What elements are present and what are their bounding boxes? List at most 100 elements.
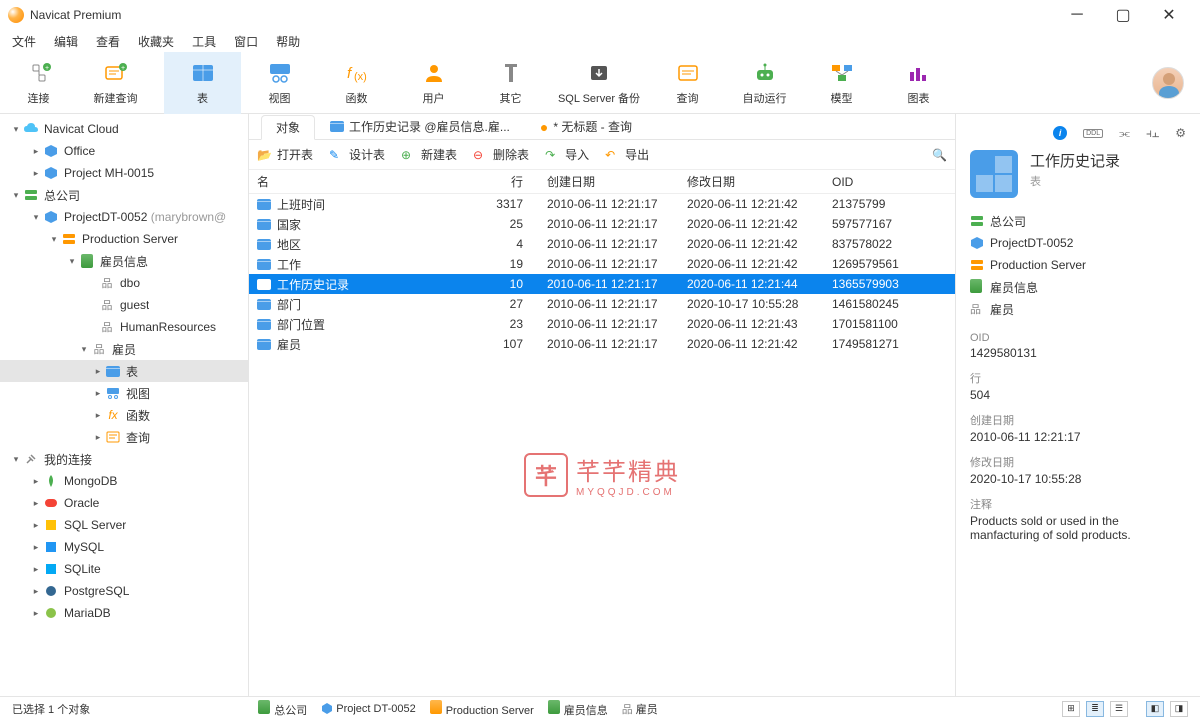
hdr-modified[interactable]: 修改日期 — [679, 173, 824, 190]
tree-item-雇员[interactable]: ▾品雇员 — [0, 338, 248, 360]
table-row[interactable]: 上班时间33172010-06-11 12:21:172020-06-11 12… — [249, 194, 955, 214]
delete-table-button[interactable]: ⊖删除表 — [473, 146, 529, 163]
wrench-icon — [499, 59, 523, 87]
tb-sqlbackup[interactable]: SQL Server 备份 — [549, 52, 649, 114]
tab-workhistory[interactable]: 工作历史记录 @雇员信息.雇... — [315, 114, 525, 139]
crumb-project[interactable]: Project DT-0052 — [321, 702, 415, 715]
settings-icon[interactable]: ⚙ — [1175, 126, 1186, 140]
connection-tree[interactable]: ▾Navicat Cloud▸Office▸Project MH-0015▾总公… — [0, 114, 249, 696]
tb-function[interactable]: f(x)函数 — [318, 52, 395, 114]
tb-model[interactable]: 模型 — [803, 52, 880, 114]
open-table-button[interactable]: 📂打开表 — [257, 146, 313, 163]
tree-item-ProjectDT-0052[interactable]: ▾ProjectDT-0052 (marybrown@ — [0, 206, 248, 228]
dep-icon[interactable]: ⫘ — [1119, 126, 1130, 141]
crumb-company[interactable]: 总公司 — [258, 700, 307, 718]
hdr-rows[interactable]: 行 — [459, 173, 539, 190]
tb-view[interactable]: 视图 — [241, 52, 318, 114]
tree-item-HumanResources[interactable]: 品HumanResources — [0, 316, 248, 338]
tb-newquery[interactable]: +新建查询 — [77, 52, 154, 114]
menu-tools[interactable]: 工具 — [192, 33, 216, 50]
tree-item-总公司[interactable]: ▾总公司 — [0, 184, 248, 206]
tree-item-函数[interactable]: ▸fx函数 — [0, 404, 248, 426]
tree-item-SQLite[interactable]: ▸SQLite — [0, 558, 248, 580]
table-row[interactable]: 雇员1072010-06-11 12:21:172020-06-11 12:21… — [249, 334, 955, 354]
tb-chart[interactable]: 图表 — [880, 52, 957, 114]
import-button[interactable]: ↷导入 — [545, 146, 589, 163]
export-button[interactable]: ↶导出 — [605, 146, 649, 163]
detail-path-item[interactable]: Production Server — [970, 254, 1186, 276]
close-button[interactable]: ✕ — [1146, 0, 1192, 30]
tb-query[interactable]: 查询 — [649, 52, 726, 114]
view-icon — [266, 59, 294, 87]
chevron-icon: ▸ — [30, 498, 42, 509]
detail-path-item[interactable]: ProjectDT-0052 — [970, 232, 1186, 254]
info-icon[interactable]: i — [1053, 126, 1067, 140]
toggle-detail-button[interactable]: ◧ — [1146, 701, 1164, 717]
detail-path-item[interactable]: 总公司 — [970, 210, 1186, 232]
tb-connect[interactable]: +连接 — [0, 52, 77, 114]
tree-item-Office[interactable]: ▸Office — [0, 140, 248, 162]
main-toolbar: +连接 +新建查询 表 视图 f(x)函数 用户 其它 SQL Server 备… — [0, 52, 1200, 114]
detail-path-item[interactable]: 雇员信息 — [970, 276, 1186, 298]
table-icon — [257, 319, 271, 330]
server-green-icon — [970, 214, 984, 228]
maximize-button[interactable]: ▢ — [1100, 0, 1146, 30]
crumb-server[interactable]: Production Server — [430, 700, 534, 717]
detail-path-item[interactable]: 品雇员 — [970, 298, 1186, 320]
menu-window[interactable]: 窗口 — [234, 33, 258, 50]
crumb-schema[interactable]: 品雇员 — [622, 701, 658, 717]
hdr-name[interactable]: 名 — [249, 173, 459, 190]
tb-table[interactable]: 表 — [164, 52, 241, 114]
tree-item-我的连接[interactable]: ▾我的连接 — [0, 448, 248, 470]
search-button[interactable]: 🔍 — [932, 148, 947, 162]
tb-other[interactable]: 其它 — [472, 52, 549, 114]
tree-item-guest[interactable]: 品guest — [0, 294, 248, 316]
table-row[interactable]: 部门272010-06-11 12:21:172020-10-17 10:55:… — [249, 294, 955, 314]
tree-item-PostgreSQL[interactable]: ▸PostgreSQL — [0, 580, 248, 602]
menu-file[interactable]: 文件 — [12, 33, 36, 50]
new-table-button[interactable]: ⊕新建表 — [401, 146, 457, 163]
minimize-button[interactable]: ─ — [1054, 0, 1100, 30]
tree-item-Navicat Cloud[interactable]: ▾Navicat Cloud — [0, 118, 248, 140]
user-avatar[interactable] — [1152, 67, 1184, 99]
design-table-button[interactable]: ✎设计表 — [329, 146, 385, 163]
svg-text:+: + — [44, 65, 48, 72]
ddl-icon[interactable]: DDL — [1083, 129, 1103, 138]
table-row[interactable]: 工作历史记录102010-06-11 12:21:172020-06-11 12… — [249, 274, 955, 294]
tree-item-表[interactable]: ▸表 — [0, 360, 248, 382]
tree-item-MongoDB[interactable]: ▸MongoDB — [0, 470, 248, 492]
hdr-created[interactable]: 创建日期 — [539, 173, 679, 190]
tree-item-查询[interactable]: ▸查询 — [0, 426, 248, 448]
table-row[interactable]: 国家252010-06-11 12:21:172020-06-11 12:21:… — [249, 214, 955, 234]
view-icons-button[interactable]: ⊞ — [1062, 701, 1080, 717]
tree-item-Production Server[interactable]: ▾Production Server — [0, 228, 248, 250]
tree-item-Oracle[interactable]: ▸Oracle — [0, 492, 248, 514]
menu-fav[interactable]: 收藏夹 — [138, 33, 174, 50]
tree-item-雇员信息[interactable]: ▾雇员信息 — [0, 250, 248, 272]
menu-edit[interactable]: 编辑 — [54, 33, 78, 50]
menu-view[interactable]: 查看 — [96, 33, 120, 50]
tree-item-Project MH-0015[interactable]: ▸Project MH-0015 — [0, 162, 248, 184]
toggle-panel-button[interactable]: ◨ — [1170, 701, 1188, 717]
tree-item-MariaDB[interactable]: ▸MariaDB — [0, 602, 248, 624]
table-row[interactable]: 工作192010-06-11 12:21:172020-06-11 12:21:… — [249, 254, 955, 274]
view-list-button[interactable]: ≣ — [1086, 701, 1104, 717]
hdr-oid[interactable]: OID — [824, 175, 944, 189]
tb-user[interactable]: 用户 — [395, 52, 472, 114]
tree-item-SQL Server[interactable]: ▸SQL Server — [0, 514, 248, 536]
schema-icon: 品 — [90, 341, 108, 357]
columns-icon[interactable]: ⫞⫠ — [1146, 126, 1159, 141]
menu-help[interactable]: 帮助 — [276, 33, 300, 50]
table-row[interactable]: 地区42010-06-11 12:21:172020-06-11 12:21:4… — [249, 234, 955, 254]
table-row[interactable]: 部门位置232010-06-11 12:21:172020-06-11 12:2… — [249, 314, 955, 334]
tree-item-MySQL[interactable]: ▸MySQL — [0, 536, 248, 558]
query-icon — [676, 59, 700, 87]
tab-objects[interactable]: 对象 — [261, 115, 315, 140]
crumb-db[interactable]: 雇员信息 — [548, 700, 608, 718]
chevron-icon: ▸ — [92, 388, 104, 399]
tree-item-dbo[interactable]: 品dbo — [0, 272, 248, 294]
tab-untitled-query[interactable]: ●* 无标题 - 查询 — [525, 114, 647, 139]
tree-item-视图[interactable]: ▸视图 — [0, 382, 248, 404]
tb-autorun[interactable]: 自动运行 — [726, 52, 803, 114]
view-details-button[interactable]: ☰ — [1110, 701, 1128, 717]
